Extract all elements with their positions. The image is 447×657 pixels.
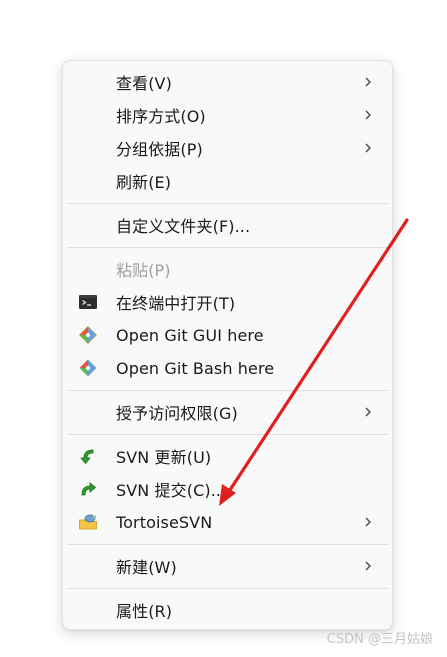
menu-item-customize-folder[interactable]: 自定义文件夹(F)... [67,209,388,241]
menu-separator [67,203,388,204]
menu-item-label: Open Git GUI here [116,325,264,345]
menu-item-label: 属性(R) [116,602,173,621]
menu-item-sort-by[interactable]: 排序方式(O) [67,99,388,131]
terminal-icon [79,295,97,309]
menu-item-label: Open Git Bash here [116,358,275,378]
tortoisesvn-icon [79,514,97,530]
menu-item-label: 自定义文件夹(F)... [116,217,251,236]
menu-separator [67,544,388,545]
menu-item-label: 排序方式(O) [116,107,206,126]
menu-separator [67,390,388,391]
menu-item-svn-update[interactable]: SVN 更新(U) [67,440,388,472]
menu-item-label: 查看(V) [116,74,172,93]
menu-item-label: SVN 提交(C)... [116,481,227,500]
menu-item-refresh[interactable]: 刷新(E) [67,165,388,197]
menu-item-tortoisesvn[interactable]: TortoiseSVN [67,506,388,538]
menu-item-label: 刷新(E) [116,173,172,192]
menu-item-open-git-gui[interactable]: Open Git GUI here [67,319,388,351]
menu-item-give-access[interactable]: 授予访问权限(G) [67,396,388,428]
menu-item-paste: 粘贴(P) [67,253,388,285]
svn-update-icon [80,449,94,465]
menu-item-properties[interactable]: 属性(R) [67,594,388,626]
screenshot-stage: 查看(V) 排序方式(O) 分组依据(P) 刷新(E) 自定义文件夹(F)...… [0,0,447,657]
menu-item-label: 新建(W) [116,558,177,577]
menu-item-label: 分组依据(P) [116,140,203,159]
menu-item-label: 授予访问权限(G) [116,404,238,423]
git-icon [78,325,98,345]
git-icon [79,359,97,377]
watermark: CSDN @三月姑娘 [326,632,433,647]
menu-separator [67,247,388,248]
menu-separator [67,434,388,435]
menu-item-label: 粘贴(P) [116,261,171,280]
menu-item-label: 在终端中打开(T) [116,294,236,313]
menu-item-new[interactable]: 新建(W) [67,550,388,582]
svn-commit-icon [81,482,97,496]
menu-item-group-by[interactable]: 分组依据(P) [67,132,388,164]
chevron-right-icon [365,110,371,120]
context-menu: 查看(V) 排序方式(O) 分组依据(P) 刷新(E) 自定义文件夹(F)...… [62,60,393,630]
chevron-right-icon [365,407,371,417]
menu-item-view[interactable]: 查看(V) [67,66,388,98]
menu-item-label: SVN 更新(U) [116,448,212,467]
chevron-right-icon [365,517,371,527]
chevron-right-icon [365,143,371,153]
chevron-right-icon [365,561,371,571]
menu-item-open-in-terminal[interactable]: 在终端中打开(T) [67,286,388,318]
menu-item-svn-commit[interactable]: SVN 提交(C)... [67,473,388,505]
chevron-right-icon [365,77,371,87]
menu-item-open-git-bash[interactable]: Open Git Bash here [67,352,388,384]
menu-separator [67,588,388,589]
menu-item-label: TortoiseSVN [116,512,213,532]
